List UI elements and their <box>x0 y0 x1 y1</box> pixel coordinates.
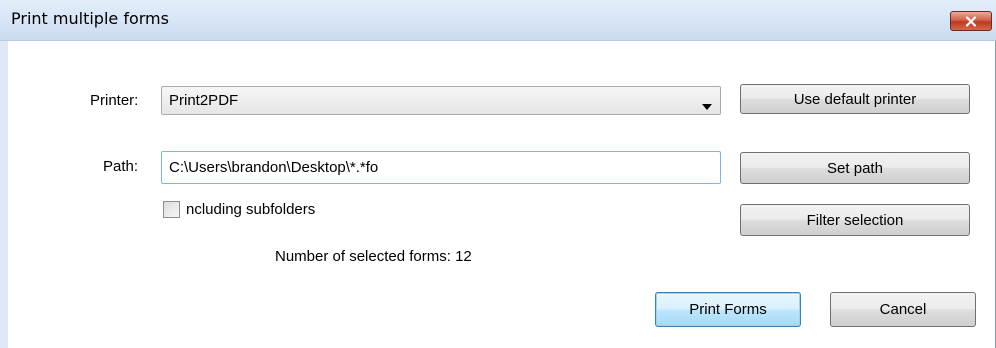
path-input-value: C:\Users\brandon\Desktop\*.*fo <box>169 159 379 176</box>
use-default-printer-button[interactable]: Use default printer <box>740 84 970 114</box>
close-button[interactable] <box>950 11 992 31</box>
include-subfolders-label[interactable]: ncluding subfolders <box>186 201 315 218</box>
path-label: Path: <box>103 158 139 175</box>
printer-label: Printer: <box>90 92 139 109</box>
print-forms-button[interactable]: Print Forms <box>655 292 801 327</box>
cancel-button[interactable]: Cancel <box>830 292 976 327</box>
printer-select-value: Print2PDF <box>169 92 239 109</box>
filter-selection-button[interactable]: Filter selection <box>740 204 970 236</box>
set-path-button[interactable]: Set path <box>740 152 970 184</box>
include-subfolders-checkbox[interactable] <box>163 201 180 218</box>
path-input[interactable]: C:\Users\brandon\Desktop\*.*fo <box>161 151 721 184</box>
selected-forms-count: Number of selected forms: 12 <box>275 248 472 265</box>
chevron-down-icon <box>702 97 712 114</box>
printer-select[interactable]: Print2PDF <box>161 86 721 115</box>
dialog-window: Print multiple forms Printer: Print2PDF … <box>0 0 996 348</box>
close-icon <box>965 15 977 27</box>
title-bar[interactable]: Print multiple forms <box>0 0 996 41</box>
window-title: Print multiple forms <box>11 9 169 28</box>
